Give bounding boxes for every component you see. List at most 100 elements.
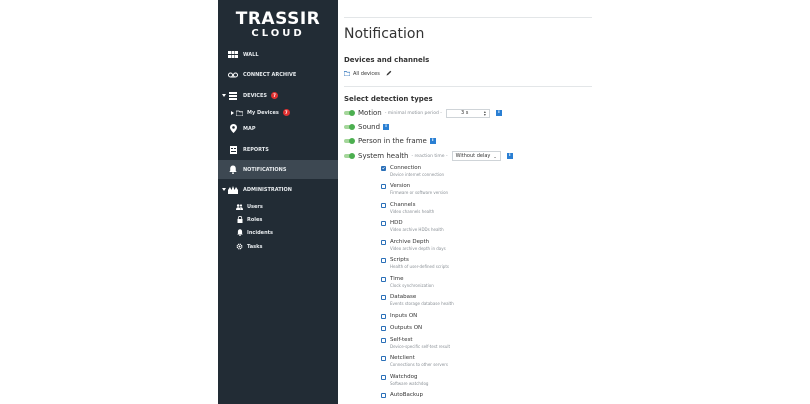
health-check-description: Device internet connection — [390, 172, 445, 177]
person-toggle[interactable] — [344, 138, 355, 144]
system-health-row: System health - reaction time - Without … — [344, 151, 513, 161]
health-check-item[interactable]: Netclient Connections to other servers — [381, 354, 448, 367]
divider — [344, 86, 592, 87]
health-check-row[interactable]: Database — [381, 293, 454, 301]
health-check-item[interactable]: Self-test Device-specific self-test resul… — [381, 336, 450, 349]
health-check-item[interactable]: AutoBackup — [381, 391, 423, 399]
health-check-row[interactable]: Watchdog — [381, 373, 428, 381]
wall-icon — [228, 50, 238, 59]
all-devices-label: All devices — [353, 71, 380, 77]
health-check-label: Scripts — [390, 257, 409, 263]
nav-administration[interactable]: ADMINISTRATION — [218, 180, 338, 199]
health-check-label: Archive Depth — [390, 239, 430, 245]
motion-toggle[interactable] — [344, 110, 355, 116]
sound-toggle[interactable] — [344, 124, 355, 130]
health-check-item[interactable]: Version Firmware or software version — [381, 182, 448, 195]
motion-hint: - minimal motion period - — [384, 110, 442, 116]
health-check-label: Database — [390, 294, 417, 300]
health-check-label: AutoBackup — [390, 392, 423, 398]
health-check-item[interactable]: Watchdog Software watchdog — [381, 373, 428, 386]
system-health-label: System health — [358, 152, 409, 160]
main-content: Notification Devices and channels All de… — [338, 0, 592, 404]
app: TRASSIR CLOUD WALL CONNECT ARCHIVE DEVIC… — [0, 0, 810, 404]
nav-tasks[interactable]: Tasks — [218, 240, 338, 253]
checkbox[interactable] — [381, 392, 386, 398]
sound-label: Sound — [358, 123, 381, 131]
nav-devices[interactable]: DEVICES 7 — [218, 86, 338, 105]
health-check-item[interactable]: Inputs ON — [381, 312, 417, 320]
health-check-item[interactable]: HDD Video archive HDDs health — [381, 219, 444, 232]
health-check-description: Clock synchronization — [390, 283, 434, 288]
edit-icon[interactable] — [386, 70, 392, 78]
checkbox[interactable] — [381, 337, 386, 343]
health-check-description: Connections to other servers — [390, 362, 448, 367]
system-health-toggle[interactable] — [344, 153, 355, 159]
stepper-icon[interactable]: ▴ ▾ — [484, 110, 486, 117]
checkbox[interactable] — [381, 257, 386, 263]
health-check-row[interactable]: Version — [381, 182, 448, 190]
motion-period-input[interactable]: 3 s ▴ ▾ — [445, 108, 490, 118]
info-icon[interactable]: i — [429, 138, 436, 144]
health-check-row[interactable]: Time — [381, 275, 434, 283]
checkbox[interactable] — [381, 220, 386, 226]
administration-icon — [228, 185, 238, 194]
reaction-time-value: Without delay — [455, 153, 491, 159]
checkbox[interactable] — [381, 165, 386, 171]
checkbox[interactable] — [381, 202, 386, 208]
nav-roles[interactable]: Roles — [218, 213, 338, 226]
nav-roles-label: Roles — [247, 216, 263, 223]
checkbox[interactable] — [381, 374, 386, 380]
info-icon[interactable]: i — [506, 153, 513, 159]
checkbox[interactable] — [381, 355, 386, 361]
bell-small-icon — [236, 229, 243, 236]
nav-reports[interactable]: REPORTS — [218, 140, 338, 159]
health-check-item[interactable]: Outputs ON — [381, 324, 422, 332]
person-row: Person in the frame i — [344, 136, 436, 146]
health-check-item[interactable]: Scripts Health of user-defined scripts — [381, 256, 449, 269]
nav-my-devices[interactable]: My Devices 7 — [218, 106, 338, 119]
page-title: Notification — [344, 26, 425, 42]
health-check-item[interactable]: Archive Depth Video archive depth in days — [381, 238, 446, 251]
lock-icon — [236, 216, 243, 223]
all-devices-row[interactable]: All devices — [343, 70, 392, 78]
health-check-row[interactable]: Inputs ON — [381, 312, 417, 320]
checkbox[interactable] — [381, 239, 386, 245]
health-check-item[interactable]: Connection Device internet connection — [381, 164, 444, 177]
nav-map[interactable]: MAP — [218, 119, 338, 138]
reaction-time-select[interactable]: Without delay ⌄ — [451, 151, 501, 161]
health-check-description: Events storage database health — [390, 301, 454, 306]
nav-notifications[interactable]: NOTIFICATIONS — [218, 160, 338, 179]
checkbox[interactable] — [381, 276, 386, 282]
nav-connect-archive[interactable]: CONNECT ARCHIVE — [218, 65, 338, 84]
health-check-row[interactable]: Scripts — [381, 256, 449, 264]
checkbox[interactable] — [381, 183, 386, 189]
system-health-hint: - reaction time - — [411, 153, 448, 159]
health-check-row[interactable]: HDD — [381, 219, 444, 227]
folder-icon — [236, 109, 243, 116]
health-check-row[interactable]: Archive Depth — [381, 238, 446, 246]
health-check-item[interactable]: Database Events storage database health — [381, 293, 454, 306]
health-check-row[interactable]: Outputs ON — [381, 324, 422, 332]
health-check-row[interactable]: Channels — [381, 201, 434, 209]
sidebar: TRASSIR CLOUD WALL CONNECT ARCHIVE DEVIC… — [218, 0, 338, 404]
health-check-row[interactable]: AutoBackup — [381, 391, 423, 399]
info-icon[interactable]: i — [383, 124, 390, 130]
health-check-row[interactable]: Self-test — [381, 336, 450, 344]
checkbox[interactable] — [381, 325, 386, 331]
health-check-description: Firmware or software version — [390, 190, 449, 195]
info-icon[interactable]: i — [495, 110, 502, 116]
health-check-description: Video archive depth in days — [390, 246, 446, 251]
health-check-item[interactable]: Channels Video channels health — [381, 201, 434, 214]
nav-users[interactable]: Users — [218, 200, 338, 213]
folder-icon — [343, 70, 351, 78]
health-check-item[interactable]: Time Clock synchronization — [381, 275, 434, 288]
checkbox[interactable] — [381, 294, 386, 300]
nav-wall[interactable]: WALL — [218, 45, 338, 64]
nav-incidents[interactable]: Incidents — [218, 226, 338, 239]
health-check-row[interactable]: Connection — [381, 164, 444, 172]
devices-icon — [228, 91, 238, 100]
checkbox[interactable] — [381, 313, 386, 319]
health-check-row[interactable]: Netclient — [381, 354, 448, 362]
health-check-label: Outputs ON — [390, 325, 423, 331]
archive-icon — [228, 70, 238, 79]
